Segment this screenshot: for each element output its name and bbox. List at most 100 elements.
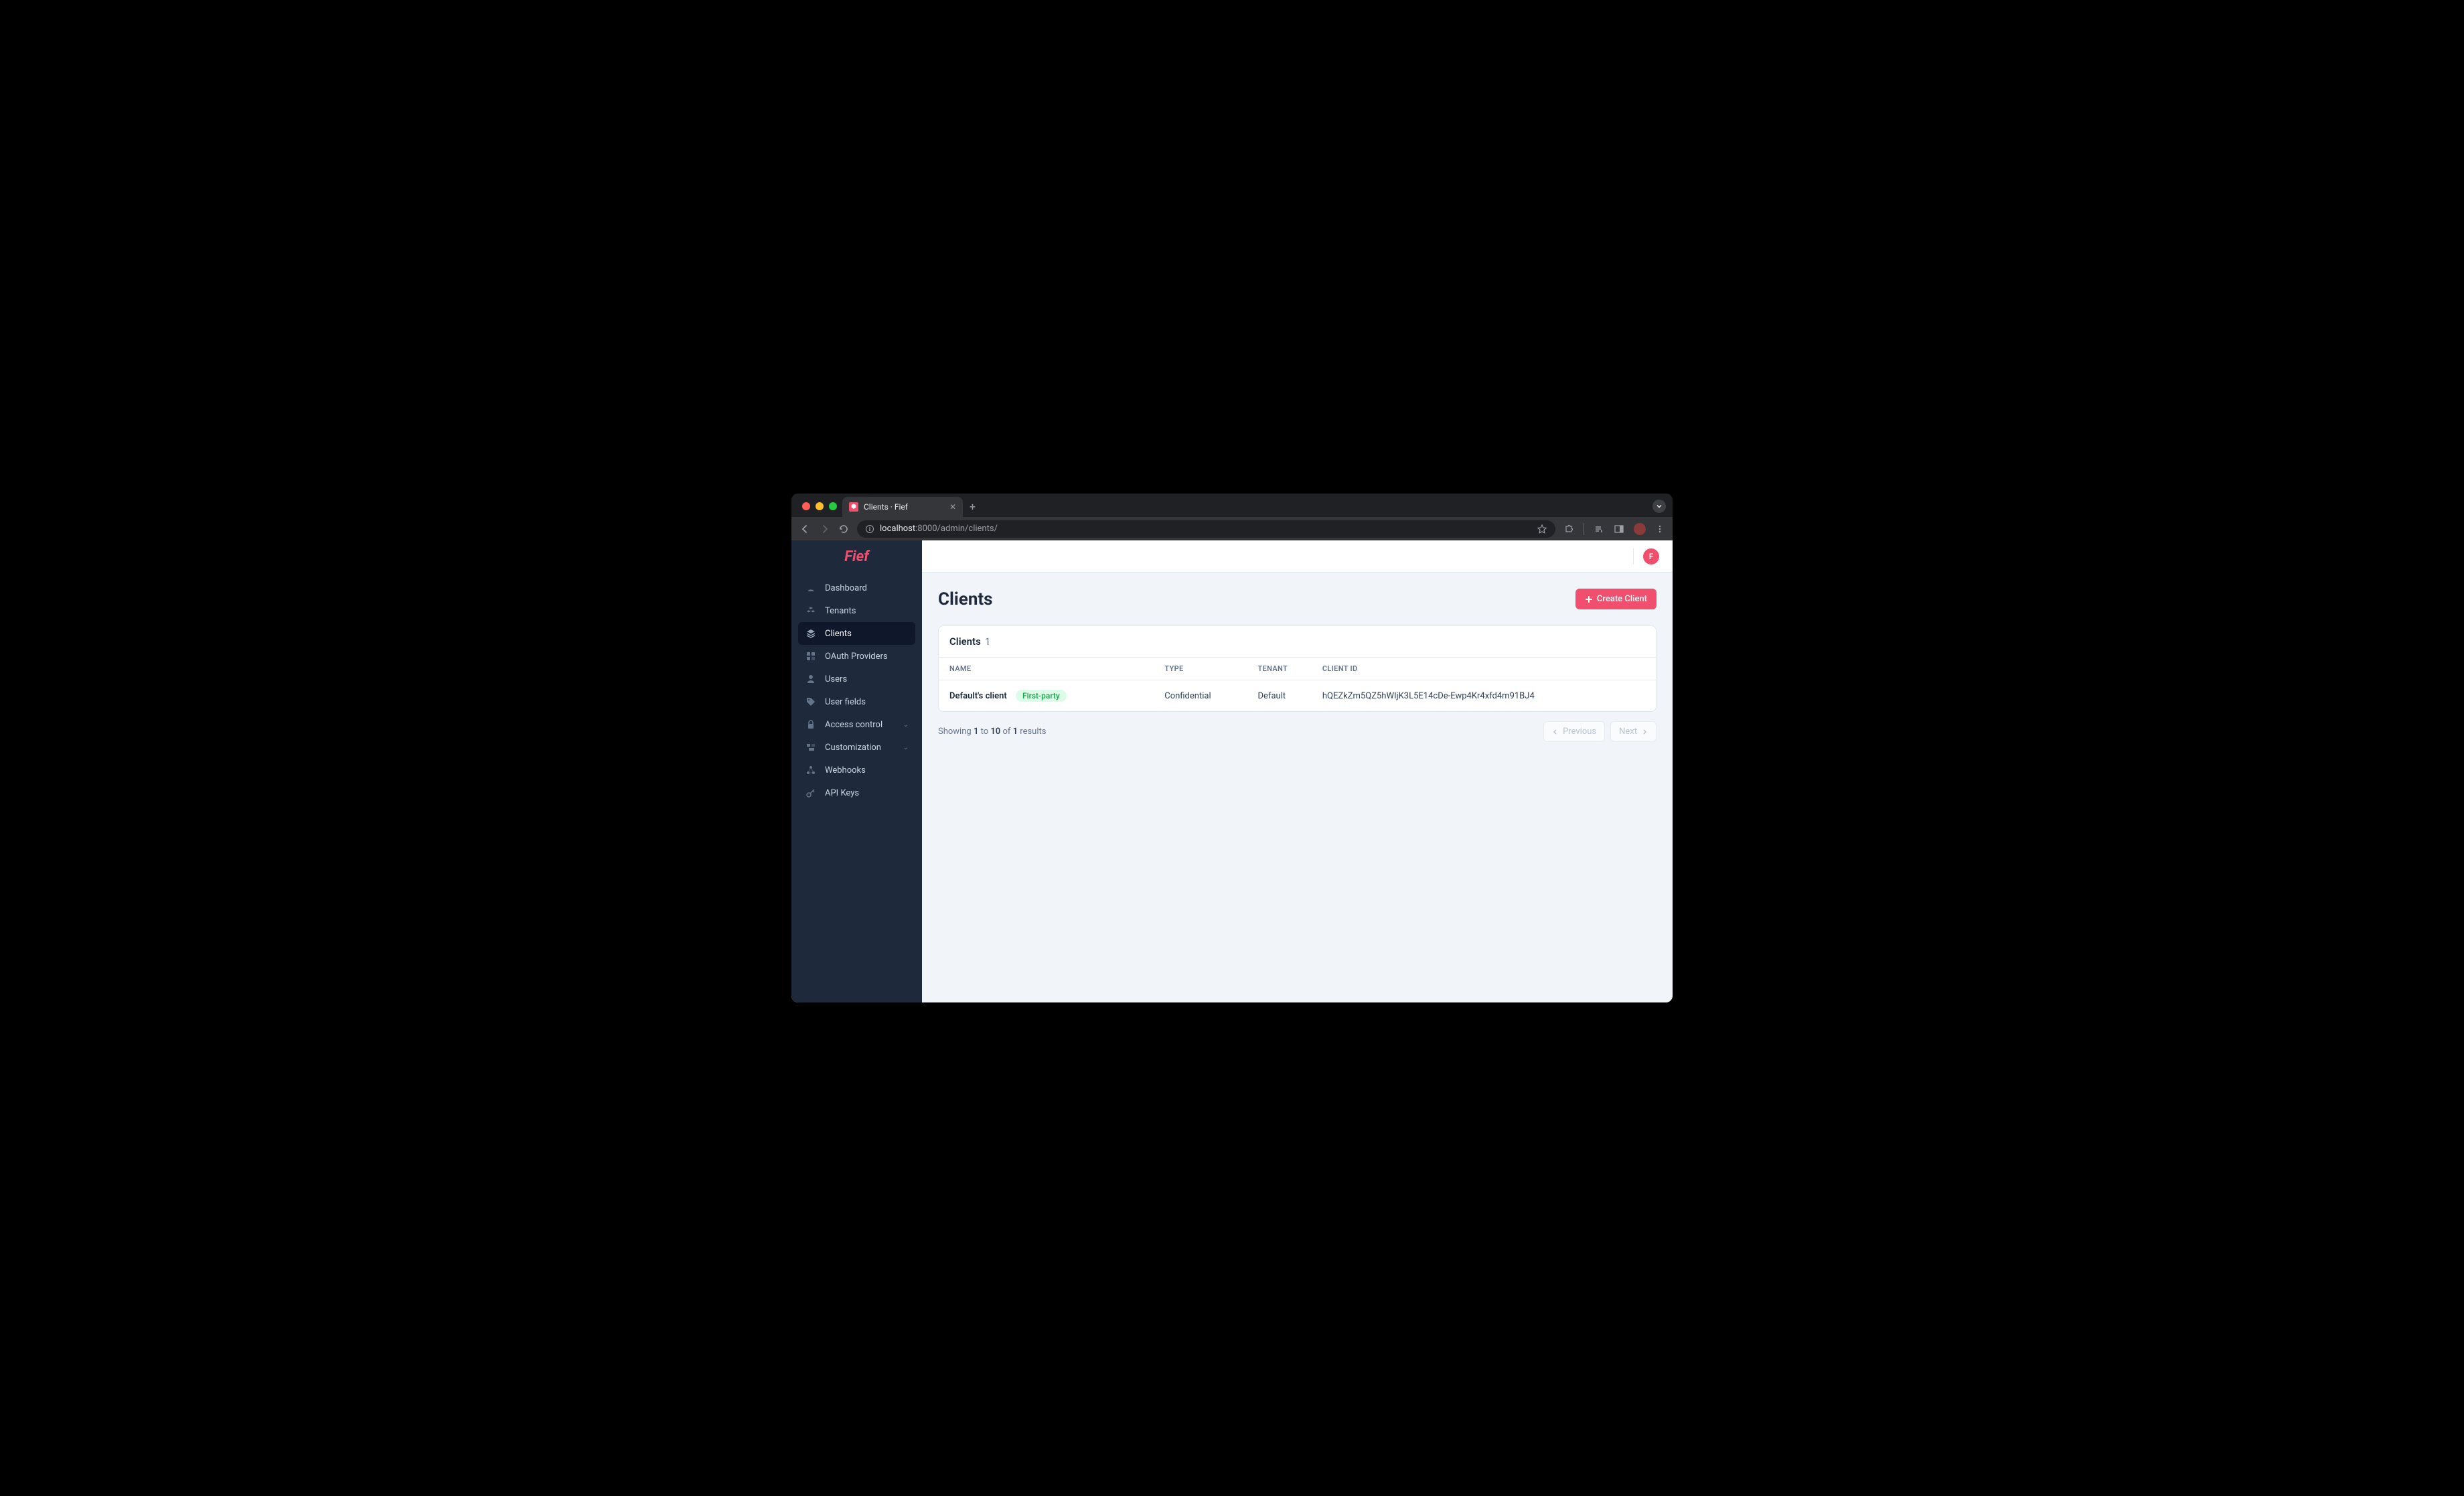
- close-window-button[interactable]: [802, 502, 810, 510]
- layers-icon: [805, 627, 817, 640]
- sidebar-item-tenants[interactable]: Tenants: [798, 599, 915, 622]
- clients-card: Clients 1 NAME TYPE TENANT CLIENT ID: [938, 625, 1657, 712]
- first-party-badge: First-party: [1016, 690, 1067, 702]
- window-controls: [799, 502, 842, 517]
- puzzle-icon: [1563, 524, 1574, 534]
- sidebar-item-label: OAuth Providers: [825, 652, 888, 662]
- user-avatar[interactable]: F: [1643, 548, 1659, 565]
- browser-tab[interactable]: ⬢ Clients · Fief ✕: [842, 497, 963, 517]
- sidebar-item-webhooks[interactable]: Webhooks: [798, 759, 915, 781]
- forward-button[interactable]: [820, 524, 830, 534]
- next-button[interactable]: Next: [1610, 721, 1657, 742]
- pagination-info: Showing 1 to 10 of 1 results: [938, 727, 1046, 737]
- kebab-icon: [1655, 524, 1665, 534]
- tab-list-button[interactable]: [1652, 500, 1666, 513]
- sidebar-item-customization[interactable]: Customization ⌄: [798, 736, 915, 759]
- back-button[interactable]: [799, 524, 810, 534]
- pagination-buttons: Previous Next: [1543, 721, 1657, 742]
- maximize-window-button[interactable]: [829, 502, 837, 510]
- site-info-icon: [865, 524, 874, 534]
- sidebar-item-label: Tenants: [825, 606, 856, 616]
- client-name: Default's client: [949, 691, 1007, 701]
- star-icon: [1537, 524, 1547, 534]
- page-content: Clients Create Client Clients 1: [922, 573, 1673, 1002]
- create-client-button[interactable]: Create Client: [1575, 589, 1657, 609]
- next-label: Next: [1619, 727, 1637, 737]
- sidebar-item-label: Clients: [825, 629, 852, 639]
- reload-button[interactable]: [838, 524, 849, 534]
- arrow-left-icon: [1552, 729, 1559, 735]
- pagination: Showing 1 to 10 of 1 results Previous Ne…: [938, 721, 1657, 742]
- lock-icon: [805, 719, 817, 731]
- sidebar-item-label: Webhooks: [825, 765, 866, 775]
- side-panel-button[interactable]: [1614, 524, 1624, 534]
- url-text: localhost:8000/admin/clients/: [880, 524, 998, 534]
- arrow-right-icon: [1641, 729, 1648, 735]
- page-header: Clients Create Client: [938, 589, 1657, 609]
- avatar-initial: F: [1649, 552, 1654, 561]
- cell-client-id: hQEZkZm5QZ5hWIjK3L5E14cDe-Ewp4Kr4xfd4m91…: [1312, 680, 1656, 712]
- sidebar-item-label: Customization: [825, 743, 881, 753]
- sidebar-item-access-control[interactable]: Access control ⌄: [798, 713, 915, 736]
- music-icon: [1594, 524, 1604, 534]
- sidebar-item-label: Dashboard: [825, 583, 867, 593]
- browser-menu-button[interactable]: [1655, 524, 1665, 534]
- card-header: Clients 1: [939, 626, 1656, 658]
- minimize-window-button[interactable]: [816, 502, 824, 510]
- chevron-down-icon: [1656, 503, 1663, 510]
- sidebar-item-label: Access control: [825, 720, 882, 730]
- col-name: NAME: [939, 658, 1154, 680]
- table-row[interactable]: Default's client First-party Confidentia…: [939, 680, 1656, 712]
- bookmark-button[interactable]: [1537, 524, 1547, 534]
- address-bar: localhost:8000/admin/clients/: [791, 517, 1673, 540]
- tag-icon: [805, 696, 817, 708]
- media-control-button[interactable]: [1594, 524, 1604, 534]
- app-root: Fief Dashboard Tenants Clients OAuth Pr: [791, 540, 1673, 1002]
- profile-button[interactable]: [1634, 523, 1646, 535]
- topbar: F: [922, 540, 1673, 573]
- sidebar-item-api-keys[interactable]: API Keys: [798, 781, 915, 804]
- sidebar-item-label: Users: [825, 674, 847, 684]
- logo-text: Fief: [844, 548, 869, 565]
- chevron-down-icon: ⌄: [903, 721, 909, 729]
- col-client-id: CLIENT ID: [1312, 658, 1656, 680]
- tab-close-icon[interactable]: ✕: [949, 502, 956, 512]
- previous-button[interactable]: Previous: [1543, 721, 1605, 742]
- tab-bar: ⬢ Clients · Fief ✕ +: [791, 494, 1673, 517]
- cell-type: Confidential: [1154, 680, 1247, 712]
- browser-window: ⬢ Clients · Fief ✕ + localhost:8000/admi…: [791, 494, 1673, 1002]
- arrow-left-icon: [799, 524, 810, 534]
- url-input[interactable]: localhost:8000/admin/clients/: [857, 520, 1555, 538]
- nav-list: Dashboard Tenants Clients OAuth Provider…: [791, 573, 922, 808]
- sidebar-item-user-fields[interactable]: User fields: [798, 690, 915, 713]
- logo[interactable]: Fief: [791, 540, 922, 573]
- arrow-right-icon: [820, 524, 830, 534]
- prev-label: Previous: [1563, 727, 1596, 737]
- sidebar-item-label: User fields: [825, 697, 866, 707]
- sidebar-item-label: API Keys: [825, 788, 859, 798]
- new-tab-button[interactable]: +: [963, 500, 982, 517]
- tab-title: Clients · Fief: [864, 502, 908, 512]
- dashboard-icon: [805, 582, 817, 594]
- webhook-icon: [805, 764, 817, 776]
- card-count: 1: [985, 635, 990, 648]
- sidebar-item-oauth-providers[interactable]: OAuth Providers: [798, 645, 915, 668]
- tab-favicon-icon: ⬢: [849, 502, 858, 512]
- sidebar: Fief Dashboard Tenants Clients OAuth Pr: [791, 540, 922, 1002]
- user-icon: [805, 673, 817, 685]
- create-button-label: Create Client: [1597, 594, 1647, 604]
- reload-icon: [838, 524, 849, 534]
- divider: [1633, 548, 1634, 565]
- cubes-icon: [805, 605, 817, 617]
- panel-icon: [1614, 524, 1624, 534]
- chevron-down-icon: ⌄: [903, 744, 909, 751]
- page-title: Clients: [938, 589, 993, 609]
- sidebar-item-dashboard[interactable]: Dashboard: [798, 577, 915, 599]
- col-type: TYPE: [1154, 658, 1247, 680]
- sidebar-item-clients[interactable]: Clients: [798, 622, 915, 645]
- sidebar-item-users[interactable]: Users: [798, 668, 915, 690]
- key-icon: [805, 787, 817, 799]
- extensions-button[interactable]: [1563, 524, 1574, 534]
- puzzle-icon: [805, 650, 817, 662]
- slider-icon: [805, 741, 817, 753]
